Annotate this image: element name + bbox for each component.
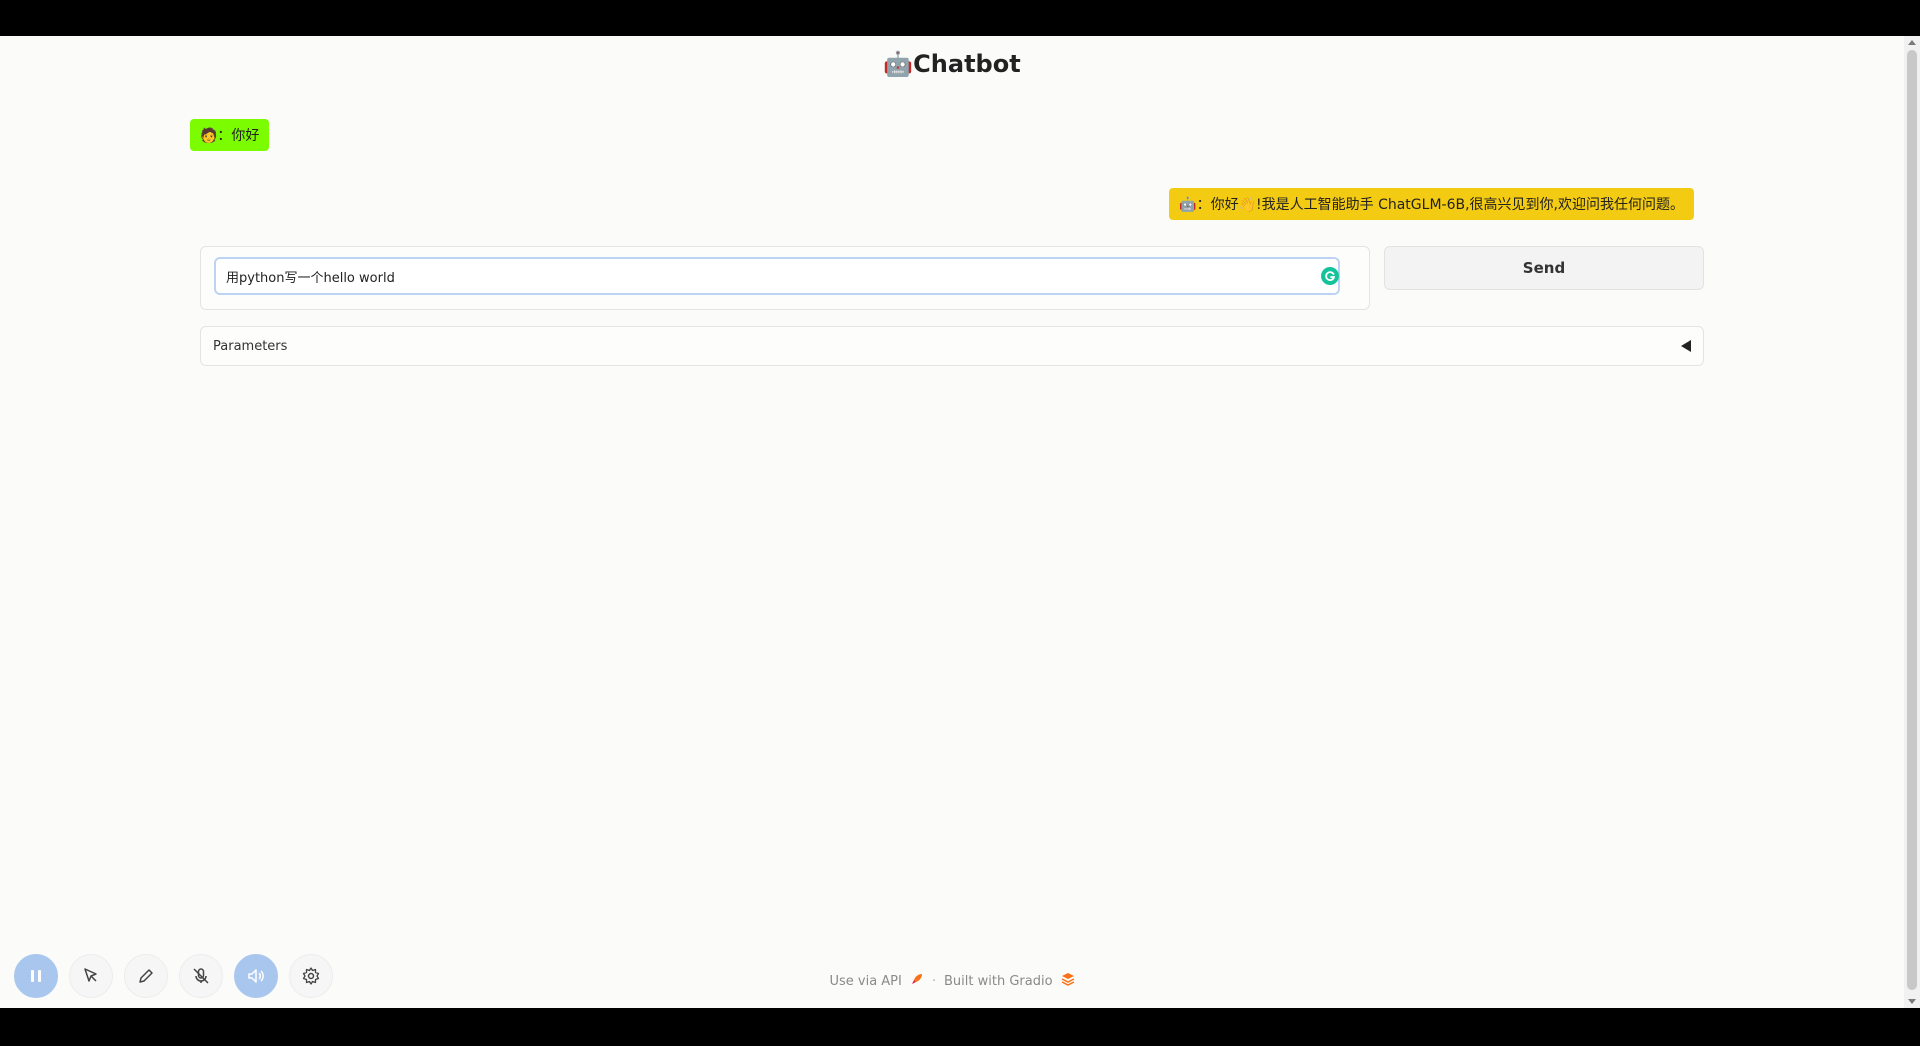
settings-button[interactable] bbox=[289, 954, 333, 998]
cursor-button[interactable] bbox=[69, 954, 113, 998]
user-message-bubble: 🧑：你好 bbox=[190, 119, 270, 151]
use-via-api-link[interactable]: Use via API bbox=[829, 974, 901, 989]
page-title: 🤖Chatbot bbox=[883, 50, 1021, 78]
scroll-down-icon[interactable] bbox=[1908, 999, 1916, 1004]
pause-button[interactable] bbox=[14, 954, 58, 998]
chat-input[interactable] bbox=[214, 257, 1340, 295]
pen-button[interactable] bbox=[124, 954, 168, 998]
mic-off-icon bbox=[193, 968, 209, 984]
input-panel bbox=[200, 246, 1370, 310]
speaker-button[interactable] bbox=[234, 954, 278, 998]
floating-toolbar bbox=[14, 954, 333, 998]
gradio-logo-icon bbox=[1061, 972, 1075, 990]
page-viewport: 🤖Chatbot 🧑：你好 🤖：你好👋!我是人工智能助手 ChatGLM-6B,… bbox=[0, 36, 1920, 1008]
scrollbar-thumb[interactable] bbox=[1907, 50, 1917, 990]
parameters-accordion[interactable]: Parameters bbox=[200, 326, 1704, 366]
grammarly-icon[interactable] bbox=[1321, 267, 1339, 285]
bottom-black-bar bbox=[0, 1008, 1920, 1046]
top-black-bar bbox=[0, 0, 1920, 36]
parameters-label: Parameters bbox=[213, 338, 288, 354]
gear-icon bbox=[302, 967, 320, 985]
pen-icon bbox=[139, 969, 153, 983]
cursor-icon bbox=[84, 968, 97, 982]
send-button[interactable]: Send bbox=[1384, 246, 1704, 290]
built-with-gradio-link[interactable]: Built with Gradio bbox=[944, 974, 1053, 989]
footer-separator: · bbox=[931, 973, 936, 989]
collapse-triangle-icon[interactable] bbox=[1681, 340, 1691, 352]
vertical-scrollbar[interactable] bbox=[1904, 36, 1920, 1008]
mic-off-button[interactable] bbox=[179, 954, 223, 998]
rocket-icon bbox=[910, 972, 924, 990]
speaker-icon bbox=[248, 969, 264, 983]
pause-icon bbox=[31, 970, 41, 982]
scroll-up-icon[interactable] bbox=[1908, 40, 1916, 45]
bot-message-bubble: 🤖：你好👋!我是人工智能助手 ChatGLM-6B,很高兴见到你,欢迎问我任何问… bbox=[1169, 188, 1694, 220]
